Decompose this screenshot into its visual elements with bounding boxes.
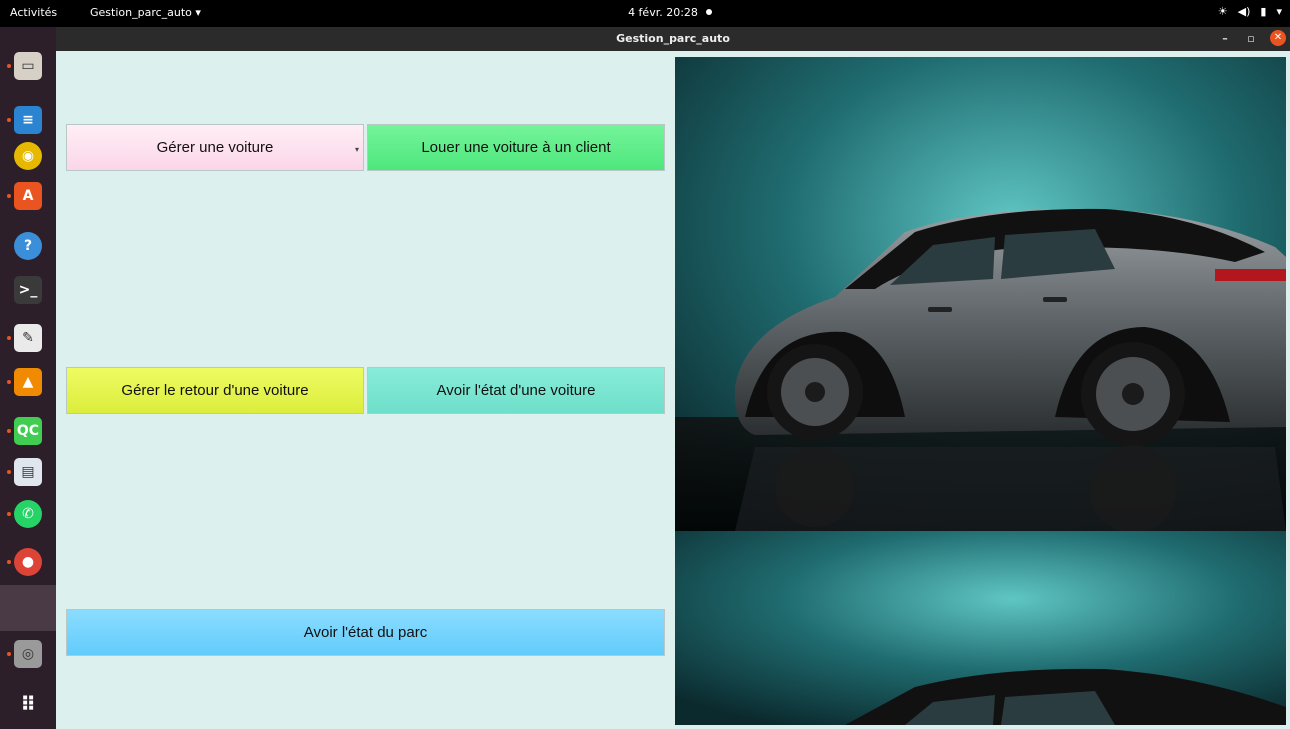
window-title: Gestion_parc_auto bbox=[616, 32, 730, 45]
notification-dot-icon bbox=[705, 9, 712, 15]
rent-car-label: Louer une voiture à un client bbox=[421, 139, 611, 156]
running-indicator-icon bbox=[7, 64, 11, 68]
running-indicator-icon bbox=[7, 429, 11, 433]
rhythmbox-icon: ◉ bbox=[14, 142, 42, 170]
clock-text: 4 févr. 20:28 bbox=[628, 6, 698, 19]
terminal-icon: >_ bbox=[14, 276, 42, 304]
battery-icon[interactable]: ▮ bbox=[1260, 5, 1266, 18]
show-apps-icon: ⠿ bbox=[20, 692, 36, 716]
writer-icon: ≡ bbox=[14, 106, 42, 134]
car-state-button[interactable]: Avoir l'état d'une voiture bbox=[367, 367, 665, 414]
dock-software-center[interactable]: A bbox=[0, 173, 56, 219]
text-editor-icon: ✎ bbox=[14, 324, 42, 352]
help-icon: ? bbox=[14, 232, 42, 260]
dropdown-arrow-icon: ▾ bbox=[354, 145, 359, 154]
car-state-label: Avoir l'état d'une voiture bbox=[436, 382, 596, 399]
whatsapp-icon: ✆ bbox=[14, 500, 42, 528]
document-viewer-icon: ▤ bbox=[14, 458, 42, 486]
window-title-bar: Gestion_parc_auto – ▫ ✕ bbox=[56, 27, 1290, 51]
return-car-button[interactable]: Gérer le retour d'une voiture bbox=[66, 367, 364, 414]
dock: ▭ ≡ ◉ A? >_ ✎ ▲ QC ▤ ✆ ● ◎ ⠿ bbox=[0, 27, 56, 729]
main-window: Gérer une voiture ▾ Louer une voiture à … bbox=[56, 51, 1290, 729]
running-indicator-icon bbox=[7, 652, 11, 656]
system-tray[interactable]: ☀ ◀) ▮ ▾ bbox=[1218, 5, 1282, 18]
running-indicator-icon bbox=[7, 194, 11, 198]
vlc-icon: ▲ bbox=[14, 368, 42, 396]
car-image bbox=[675, 57, 1286, 725]
minimize-icon[interactable]: – bbox=[1218, 32, 1232, 45]
running-indicator-icon bbox=[7, 336, 11, 340]
chrome-icon: ● bbox=[14, 548, 42, 576]
software-center-icon: A bbox=[14, 182, 42, 210]
dock-terminal[interactable]: >_ bbox=[0, 267, 56, 313]
dock-show-apps[interactable]: ⠿ bbox=[0, 681, 56, 727]
rent-car-button[interactable]: Louer une voiture à un client bbox=[367, 124, 665, 171]
manage-car-button[interactable]: Gérer une voiture ▾ bbox=[66, 124, 364, 171]
clock[interactable]: 4 févr. 20:28 bbox=[0, 6, 1290, 19]
dock-vlc[interactable]: ▲ bbox=[0, 359, 56, 405]
system-top-bar: Activités Gestion_parc_auto ▾ 4 févr. 20… bbox=[0, 0, 1290, 27]
close-icon[interactable]: ✕ bbox=[1270, 30, 1286, 46]
running-indicator-icon bbox=[7, 512, 11, 516]
dock-whatsapp[interactable]: ✆ bbox=[0, 491, 56, 537]
dock-files[interactable]: ▭ bbox=[0, 43, 56, 89]
dock-document-viewer[interactable]: ▤ bbox=[0, 449, 56, 495]
disk-icon: ◎ bbox=[14, 640, 42, 668]
manage-car-label: Gérer une voiture bbox=[156, 139, 274, 156]
volume-icon[interactable]: ◀) bbox=[1238, 5, 1251, 18]
dock-chrome[interactable]: ● bbox=[0, 539, 56, 585]
chevron-down-icon[interactable]: ▾ bbox=[1276, 5, 1282, 18]
dock-app-window[interactable] bbox=[0, 585, 56, 631]
park-state-label: Avoir l'état du parc bbox=[303, 624, 428, 641]
running-indicator-icon bbox=[7, 560, 11, 564]
running-indicator-icon bbox=[7, 380, 11, 384]
return-car-label: Gérer le retour d'une voiture bbox=[121, 382, 309, 399]
park-state-button[interactable]: Avoir l'état du parc bbox=[66, 609, 665, 656]
accessibility-icon[interactable]: ☀ bbox=[1218, 5, 1228, 18]
running-indicator-icon bbox=[7, 470, 11, 474]
restore-icon[interactable]: ▫ bbox=[1244, 32, 1258, 45]
qt-creator-icon: QC bbox=[14, 417, 42, 445]
dock-text-editor[interactable]: ✎ bbox=[0, 315, 56, 361]
dock-qt-creator[interactable]: QC bbox=[0, 408, 56, 454]
running-indicator-icon bbox=[7, 118, 11, 122]
files-icon: ▭ bbox=[14, 52, 42, 80]
dock-disk[interactable]: ◎ bbox=[0, 631, 56, 677]
app-window-icon bbox=[14, 594, 42, 622]
dock-help[interactable]: ? bbox=[0, 223, 56, 269]
